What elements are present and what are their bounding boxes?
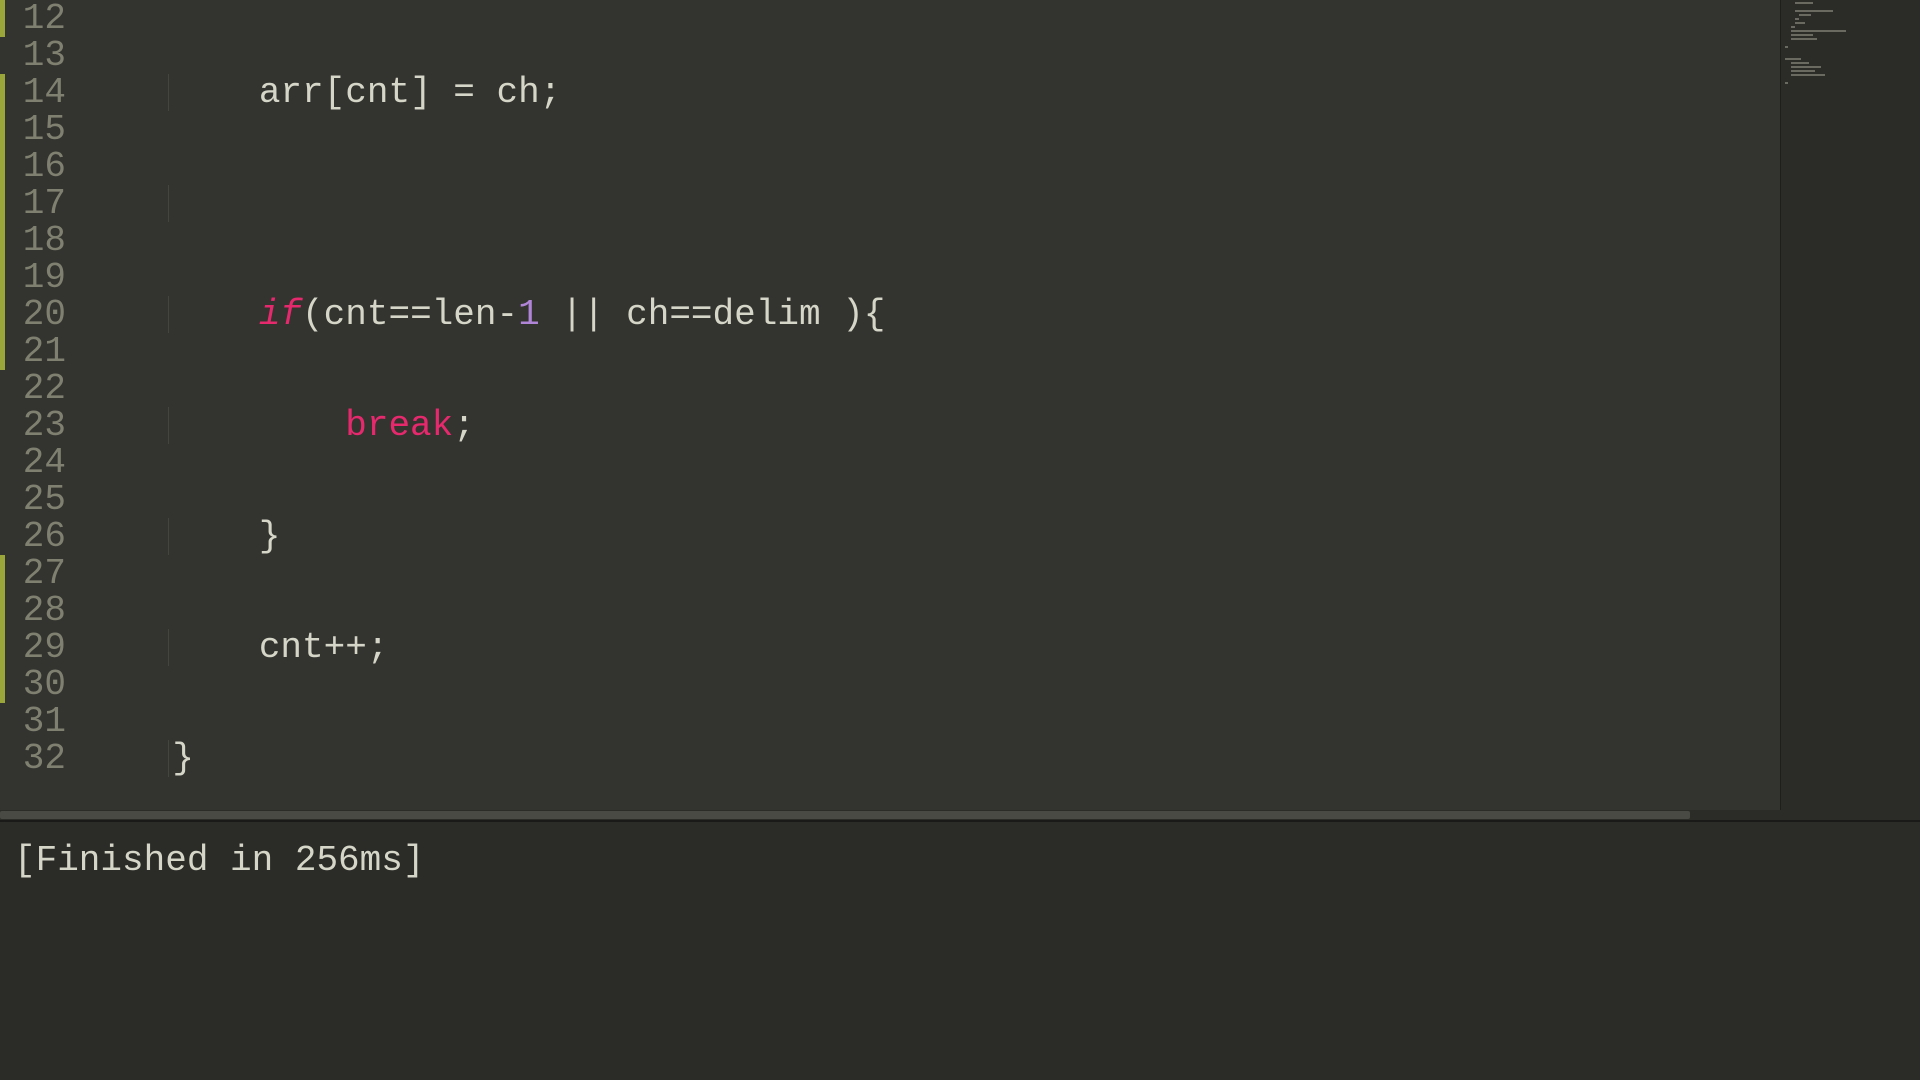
output-panel[interactable]: [Finished in 256ms] bbox=[0, 820, 1920, 1080]
code-line[interactable]: break; bbox=[86, 407, 1780, 444]
line-number: 22 bbox=[0, 370, 80, 407]
editor-area: 12 13 14 15 16 17 18 19 20 21 22 23 24 2… bbox=[0, 0, 1920, 810]
code-content[interactable]: arr[cnt] = ch; if(cnt==len-1 || ch==deli… bbox=[80, 0, 1780, 810]
scrollbar-thumb[interactable] bbox=[0, 811, 1690, 819]
line-number: 16 bbox=[0, 148, 80, 185]
line-number: 20 bbox=[0, 296, 80, 333]
code-line[interactable]: } bbox=[86, 518, 1780, 555]
code-line[interactable]: arr[cnt] = ch; bbox=[86, 74, 1780, 111]
line-number: 24 bbox=[0, 444, 80, 481]
line-number: 31 bbox=[0, 703, 80, 740]
line-gutter: 12 13 14 15 16 17 18 19 20 21 22 23 24 2… bbox=[0, 0, 80, 810]
line-number: 29 bbox=[0, 629, 80, 666]
line-number: 13 bbox=[0, 37, 80, 74]
minimap[interactable] bbox=[1780, 0, 1920, 810]
line-number: 21 bbox=[0, 333, 80, 370]
line-number: 12 bbox=[0, 0, 80, 37]
line-number: 23 bbox=[0, 407, 80, 444]
line-number: 27 bbox=[0, 555, 80, 592]
code-panel[interactable]: 12 13 14 15 16 17 18 19 20 21 22 23 24 2… bbox=[0, 0, 1780, 810]
line-number: 19 bbox=[0, 259, 80, 296]
line-number: 17 bbox=[0, 185, 80, 222]
line-number: 32 bbox=[0, 740, 80, 777]
line-number: 15 bbox=[0, 111, 80, 148]
horizontal-scrollbar[interactable] bbox=[0, 810, 1920, 820]
line-number: 26 bbox=[0, 518, 80, 555]
line-number: 30 bbox=[0, 666, 80, 703]
code-line[interactable] bbox=[86, 185, 1780, 222]
line-number: 28 bbox=[0, 592, 80, 629]
output-text: [Finished in 256ms] bbox=[14, 840, 1906, 881]
code-line[interactable]: } bbox=[86, 740, 1780, 777]
line-number: 25 bbox=[0, 481, 80, 518]
code-line[interactable]: if(cnt==len-1 || ch==delim ){ bbox=[86, 296, 1780, 333]
line-number: 14 bbox=[0, 74, 80, 111]
line-number: 18 bbox=[0, 222, 80, 259]
minimap-content bbox=[1785, 2, 1916, 86]
code-line[interactable]: cnt++; bbox=[86, 629, 1780, 666]
